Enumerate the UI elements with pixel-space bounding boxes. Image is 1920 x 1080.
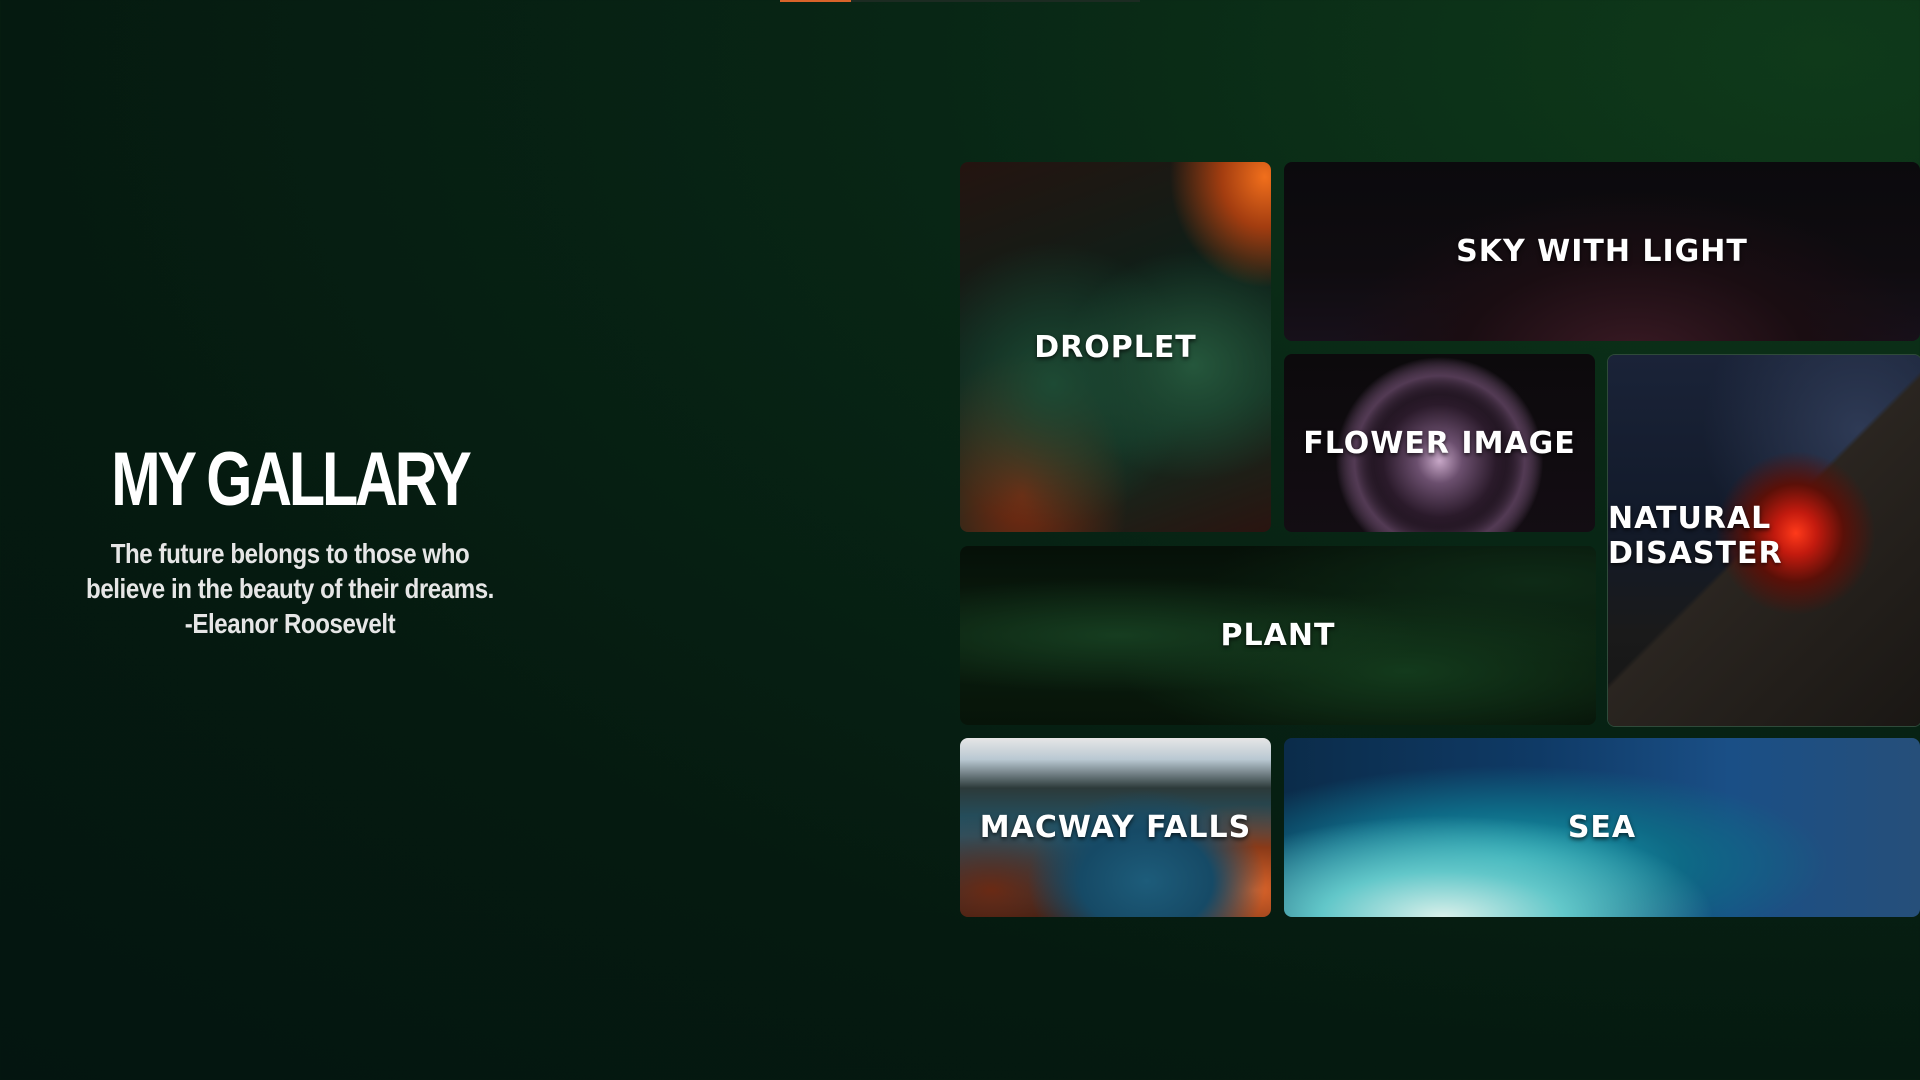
tile-label: FLOWER IMAGE xyxy=(1303,425,1576,461)
page-title: MY GALLARY xyxy=(111,437,472,522)
tile-label: SKY WITH LIGHT xyxy=(1456,234,1748,269)
tile-label: DROPLET xyxy=(1034,329,1197,365)
gallery-tile-droplet[interactable]: DROPLET xyxy=(960,162,1271,532)
gallery-tile-sky-with-light[interactable]: SKY WITH LIGHT xyxy=(1284,162,1920,341)
gallery-tile-macway-falls[interactable]: MACWAY FALLS xyxy=(960,738,1271,917)
gallery-tile-flower-image[interactable]: FLOWER IMAGE xyxy=(1284,354,1595,532)
gallery-tile-natural-disaster[interactable]: NATURAL DISASTER xyxy=(1607,354,1920,727)
top-progress-indicator xyxy=(780,0,1140,2)
quote-line-1: The future belongs to those who xyxy=(110,538,470,569)
tile-label-line-2: DISASTER xyxy=(1608,535,1783,571)
quote-author: -Eleanor Roosevelt xyxy=(184,608,396,639)
tile-label: MACWAY FALLS xyxy=(979,810,1252,845)
hero-section: MY GALLARY The future belongs to those w… xyxy=(40,440,540,641)
top-progress-indicator-active xyxy=(780,0,851,2)
gallery-tile-plant[interactable]: PLANT xyxy=(960,546,1596,725)
gallery-tile-sea[interactable]: SEA xyxy=(1284,738,1920,917)
tile-label: PLANT xyxy=(1220,618,1336,653)
quote-line-2: believe in the beauty of their dreams. xyxy=(86,573,494,604)
tile-label: NATURAL DISASTER xyxy=(1608,501,1783,571)
hero-quote: The future belongs to those who believe … xyxy=(75,536,505,641)
tile-label: SEA xyxy=(1567,810,1637,845)
tile-label-line-1: NATURAL xyxy=(1608,500,1772,536)
